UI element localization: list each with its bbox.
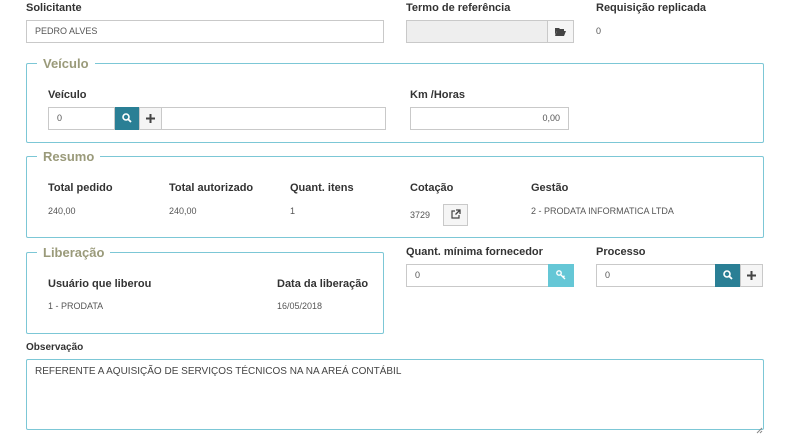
solicitante-label: Solicitante	[26, 2, 82, 14]
external-link-icon	[450, 206, 461, 224]
cotacao-label: Cotação	[410, 182, 454, 194]
termo-referencia-label: Termo de referência	[406, 2, 511, 14]
total-autorizado-label: Total autorizado	[169, 182, 254, 194]
veiculo-add-button[interactable]	[139, 107, 162, 130]
data-liberacao-value: 16/05/2018	[277, 301, 323, 311]
requisicao-replicada-value: 0	[596, 26, 602, 36]
quant-minima-label: Quant. mínima fornecedor	[406, 246, 543, 258]
key-icon	[556, 267, 566, 285]
requisicao-replicada-label: Requisição replicada	[596, 2, 707, 14]
observacao-label: Observação	[26, 342, 84, 353]
processo-add-button[interactable]	[740, 264, 763, 287]
usuario-liberou-label: Usuário que liberou	[48, 278, 152, 290]
gestao-value: 2 - PRODATA INFORMATICA LTDA	[531, 206, 674, 216]
resize-handle-icon[interactable]	[755, 421, 763, 434]
veiculo-description-input[interactable]	[161, 107, 386, 130]
resumo-legend: Resumo	[43, 149, 95, 164]
quant-itens-value: 1	[290, 206, 296, 216]
data-liberacao-label: Data da liberação	[277, 278, 369, 290]
plus-icon	[146, 110, 155, 128]
solicitante-input[interactable]: PEDRO ALVES	[26, 20, 384, 43]
total-autorizado-value: 240,00	[169, 206, 197, 216]
termo-referencia-input	[406, 20, 548, 43]
search-icon	[722, 267, 733, 285]
veiculo-code-input[interactable]: 0	[48, 107, 115, 130]
folder-open-icon	[555, 23, 566, 41]
veiculo-label: Veículo	[48, 89, 87, 101]
cotacao-value: 3729	[410, 210, 431, 220]
gestao-label: Gestão	[531, 182, 569, 194]
termo-referencia-browse-button[interactable]	[547, 20, 574, 43]
plus-icon	[747, 267, 756, 285]
total-pedido-label: Total pedido	[48, 182, 113, 194]
km-horas-label: Km /Horas	[410, 89, 466, 101]
liberacao-legend: Liberação	[43, 245, 105, 260]
usuario-liberou-value: 1 - PRODATA	[48, 301, 104, 311]
processo-label: Processo	[596, 246, 646, 258]
veiculo-search-button[interactable]	[115, 107, 139, 130]
km-horas-input[interactable]: 0,00	[410, 107, 569, 130]
quant-minima-key-button[interactable]	[548, 264, 574, 287]
cotacao-open-button[interactable]	[443, 204, 468, 226]
resumo-fieldset: Resumo	[26, 149, 764, 238]
observacao-textarea[interactable]: REFERENTE A AQUISIÇÃO DE SERVIÇOS TÉCNIC…	[26, 359, 764, 430]
quant-minima-input[interactable]: 0	[406, 264, 549, 287]
processo-input[interactable]: 0	[596, 264, 716, 287]
search-icon	[122, 110, 132, 128]
quant-itens-label: Quant. itens	[290, 182, 354, 194]
processo-search-button[interactable]	[715, 264, 740, 287]
veiculo-legend: Veículo	[43, 56, 89, 71]
total-pedido-value: 240,00	[48, 206, 76, 216]
